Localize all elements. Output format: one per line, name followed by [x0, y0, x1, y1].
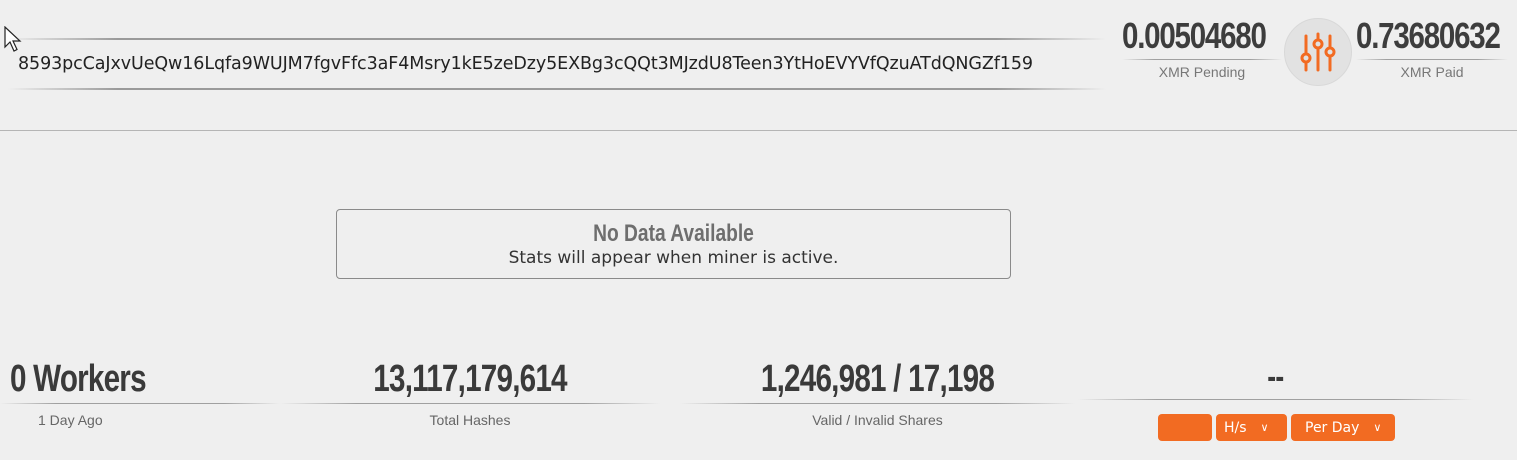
- unit-select[interactable]: H/s ∨: [1216, 414, 1287, 441]
- pending-label: XMR Pending: [1158, 64, 1246, 80]
- notice-title: No Data Available: [593, 220, 754, 247]
- divider: [8, 38, 1106, 40]
- hashes-label: Total Hashes: [429, 412, 511, 428]
- period-select-label: Per Day: [1305, 419, 1360, 436]
- hashrate-input[interactable]: [1158, 414, 1212, 441]
- pending-balance: 0.00504680 XMR Pending: [1122, 15, 1282, 80]
- divider: [280, 403, 660, 404]
- divider: [1122, 59, 1282, 60]
- hashrate-stat: --: [1078, 358, 1473, 400]
- divider: [1078, 399, 1473, 400]
- period-select[interactable]: Per Day ∨: [1291, 414, 1395, 441]
- shares-stat: 1,246,981 / 17,198 Valid / Invalid Share…: [680, 358, 1075, 428]
- paid-balance: 0.73680632 XMR Paid: [1356, 15, 1508, 80]
- total-hashes-stat: 13,117,179,614 Total Hashes: [280, 358, 660, 428]
- pending-value: 0.00504680: [1122, 15, 1267, 56]
- shares-label: Valid / Invalid Shares: [812, 412, 943, 428]
- workers-value: 0 Workers: [10, 358, 147, 400]
- header-bar: 8593pcCaJxvUeQw16Lqfa9WUJM7fgvFfc3aF4Msr…: [0, 0, 1517, 131]
- divider: [680, 403, 1075, 404]
- shares-value: 1,246,981 / 17,198: [760, 358, 995, 400]
- paid-label: XMR Paid: [1400, 64, 1464, 80]
- unit-select-label: H/s: [1224, 419, 1247, 436]
- hashes-value: 13,117,179,614: [373, 358, 567, 400]
- chevron-down-icon: ∨: [1260, 421, 1269, 434]
- hashrate-value: --: [1267, 358, 1284, 396]
- wallet-address: 8593pcCaJxvUeQw16Lqfa9WUJM7fgvFfc3aF4Msr…: [18, 54, 1033, 74]
- notice-subtitle: Stats will appear when miner is active.: [508, 248, 839, 268]
- stats-row: 0 Workers 1 Day Ago 13,117,179,614 Total…: [0, 358, 1517, 458]
- sliders-icon: [1300, 32, 1336, 72]
- hashrate-controls: H/s ∨ Per Day ∨: [1158, 414, 1395, 441]
- divider: [1356, 59, 1508, 60]
- chevron-down-icon: ∨: [1373, 421, 1382, 434]
- divider: [0, 403, 280, 404]
- wallet-address-field[interactable]: 8593pcCaJxvUeQw16Lqfa9WUJM7fgvFfc3aF4Msr…: [8, 38, 1106, 92]
- settings-button[interactable]: [1284, 18, 1352, 86]
- workers-label: 1 Day Ago: [38, 412, 103, 428]
- divider: [8, 88, 1106, 90]
- workers-stat: 0 Workers 1 Day Ago: [0, 358, 280, 428]
- paid-value: 0.73680632: [1356, 15, 1501, 56]
- no-data-notice: No Data Available Stats will appear when…: [336, 209, 1011, 279]
